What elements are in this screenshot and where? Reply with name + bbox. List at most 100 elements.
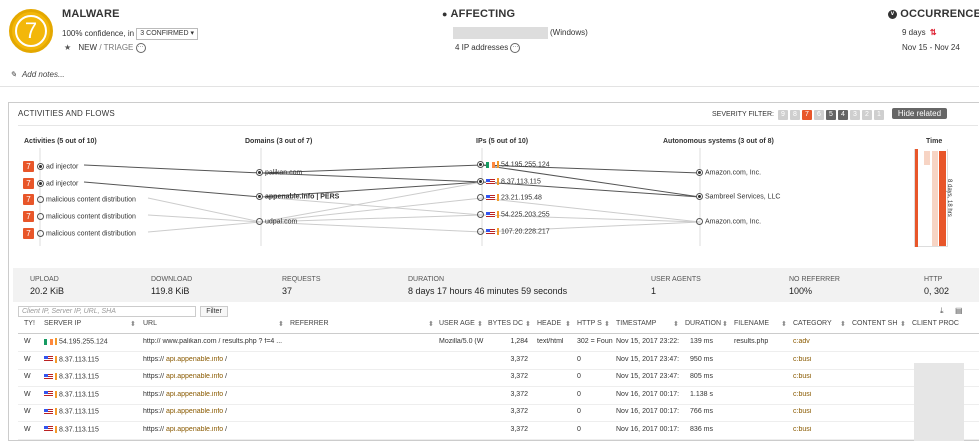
url-domain: api.appenable.info (165, 390, 224, 398)
stat-value: 37 (282, 286, 293, 296)
url-path: / (223, 425, 228, 433)
activity-severity: 7 (23, 161, 34, 172)
row-bytes: 3,372 (510, 373, 528, 380)
ireland-flag-icon (486, 161, 495, 168)
us-flag-icon (486, 178, 495, 185)
ip-node-4[interactable]: 107.20.228.217 (477, 228, 550, 235)
row-duration: 1.138 s (690, 390, 713, 398)
row-url[interactable]: https:// api.appenable.info / (143, 408, 288, 415)
activity-label: ad injector (46, 163, 79, 171)
column-header-3[interactable]: REFERRER (290, 320, 438, 327)
us-flag-icon (486, 228, 495, 235)
row-url[interactable]: http:// www.palikan.com / results.php ? … (143, 338, 288, 345)
sort-icon[interactable]: ⬍ (428, 320, 434, 328)
as-node-1[interactable]: Sambreel Services, LLC (696, 193, 780, 200)
domain-node-1[interactable]: appenable.info | PERS (256, 193, 339, 200)
column-header-2[interactable]: URL (143, 320, 288, 327)
column-header-1[interactable]: SERVER IP (44, 320, 140, 327)
as-node-2[interactable]: Amazon.com, Inc. (696, 218, 761, 225)
sort-icon[interactable]: ⬍ (477, 320, 483, 328)
sort-icon[interactable]: ⬍ (781, 320, 787, 328)
stat-user-agents: USER AGENTS 1 (651, 276, 701, 296)
sort-icon[interactable]: ⬍ (525, 320, 531, 328)
domain-node-0[interactable]: palikan.com (256, 169, 302, 176)
sort-icon[interactable]: ⬍ (604, 320, 610, 328)
server-ip-text: 54.195.255.124 (59, 338, 108, 346)
url-path: / (223, 390, 228, 398)
sort-icon[interactable]: ⬍ (900, 320, 906, 328)
activity-node-3[interactable]: 7 malicious content distribution (23, 211, 136, 222)
activity-node-0[interactable]: 7 ad injector (23, 161, 78, 172)
row-http-status: 302 = Foun (577, 338, 613, 345)
ip-node-2[interactable]: 23.21.195.48 (477, 194, 542, 201)
row-duration: 766 ms (690, 408, 713, 415)
sort-icon[interactable]: ⬍ (673, 320, 679, 328)
ip-label: 8.37.113.115 (501, 178, 541, 186)
activity-severity: 7 (23, 178, 34, 189)
sort-icon[interactable]: ⬍ (278, 320, 284, 328)
node-circle-icon (37, 163, 44, 170)
row-server-ip[interactable]: 8.37.113.115 (44, 355, 140, 363)
activity-label: malicious content distribution (46, 196, 136, 204)
activity-node-4[interactable]: 7 malicious content distribution (23, 228, 136, 239)
stat-value: 20.2 KiB (30, 286, 65, 296)
row-server-ip[interactable]: 8.37.113.115 (44, 390, 140, 398)
time-histogram[interactable]: 8 days, 18 hrs (914, 149, 952, 247)
row-bytes: 3,372 (510, 408, 528, 415)
url-domain: api.appenable.info (165, 425, 224, 433)
severity-bar-icon (497, 194, 499, 201)
url-domain: api.appenable.info (165, 408, 224, 415)
stat-no-referrer: NO REFERRER 100% (789, 276, 840, 296)
activity-node-2[interactable]: 7 malicious content distribution (23, 194, 136, 205)
sort-icon[interactable]: ⬍ (840, 320, 846, 328)
row-server-ip[interactable]: 54.195.255.124 (44, 338, 140, 345)
row-http-status: 0 (577, 390, 581, 398)
stat-value: 1 (651, 286, 657, 296)
filter-button[interactable]: Filter (200, 306, 228, 317)
url-scheme: https:// (143, 373, 166, 380)
row-bytes: 3,372 (510, 355, 528, 363)
us-flag-icon (44, 391, 53, 397)
row-server-ip[interactable]: 8.37.113.115 (44, 373, 140, 380)
column-header-13[interactable]: CLIENT PROC (912, 320, 972, 327)
stat-value: 100% (789, 286, 813, 296)
as-label: Sambreel Services, LLC (705, 193, 781, 201)
redacted-client-process (914, 363, 964, 441)
row-server-ip[interactable]: 8.37.113.115 (44, 408, 140, 415)
ip-label: 54.225.203.255 (501, 211, 550, 219)
as-node-0[interactable]: Amazon.com, Inc. (696, 169, 761, 176)
row-header: text/html (537, 338, 564, 345)
activity-node-1[interactable]: 7 ad injector (23, 178, 78, 189)
sort-icon[interactable]: ⬍ (565, 320, 571, 328)
time-label: 8 days, 18 hrs (946, 179, 952, 217)
node-circle-icon (37, 196, 44, 203)
domain-node-2[interactable]: udpal.com (256, 218, 297, 225)
domain-label: udpal.com (265, 218, 298, 226)
columns-icon[interactable]: ▤ (955, 306, 963, 315)
ip-node-3[interactable]: 54.225.203.255 (477, 211, 550, 218)
row-bytes: 1,284 (510, 338, 528, 345)
row-url[interactable]: https:// api.appenable.info / (143, 373, 288, 380)
url-path: / (223, 408, 228, 415)
severity-bar-icon (55, 355, 57, 363)
download-icon[interactable]: ⤓ (940, 306, 944, 316)
row-duration: 836 ms (690, 425, 713, 433)
time-range-handle-left[interactable] (915, 149, 918, 247)
time-bucket (932, 151, 938, 246)
severity-bar-icon (55, 373, 57, 380)
ip-node-1[interactable]: 8.37.113.115 (477, 178, 541, 185)
stat-upload: UPLOAD 20.2 KiB (30, 276, 64, 296)
ip-node-0[interactable]: 54.195.255.124 (477, 161, 550, 168)
row-url[interactable]: https:// api.appenable.info / (143, 356, 288, 363)
sort-icon[interactable]: ⬍ (722, 320, 728, 328)
stat-value: 8 days 17 hours 46 minutes 59 seconds (408, 286, 568, 296)
row-url[interactable]: https:// api.appenable.info / (143, 391, 288, 398)
domain-label: palikan.com (265, 169, 303, 177)
column-header-0[interactable]: TY! (24, 320, 42, 327)
filter-input[interactable]: Client IP, Server IP, URL, SHA (18, 306, 196, 317)
row-type: W (24, 355, 31, 363)
sort-icon[interactable]: ⬍ (130, 320, 136, 328)
node-circle-icon (37, 180, 44, 187)
row-server-ip[interactable]: 8.37.113.115 (44, 425, 140, 433)
row-url[interactable]: https:// api.appenable.info / (143, 426, 288, 433)
